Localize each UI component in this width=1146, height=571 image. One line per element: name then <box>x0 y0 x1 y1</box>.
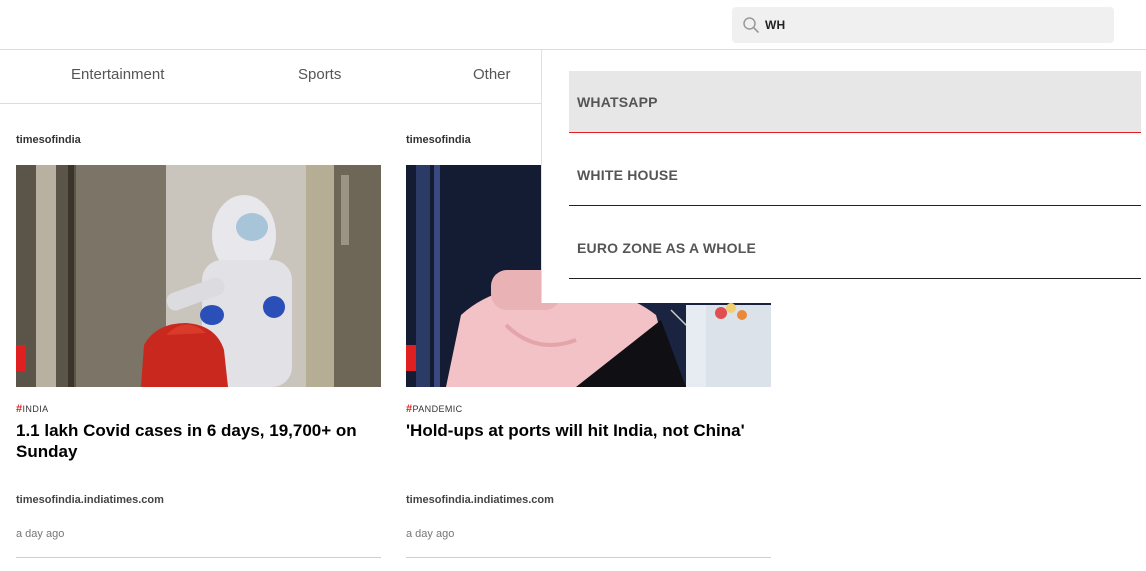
card-title[interactable]: 'Hold-ups at ports will hit India, not C… <box>406 420 771 441</box>
card-timestamp: a day ago <box>16 528 65 540</box>
suggestion-whatsapp[interactable]: WHATSAPP <box>569 71 1141 133</box>
tab-other[interactable]: Other <box>473 50 511 103</box>
card-domain: timesofindia.indiatimes.com <box>406 494 554 506</box>
hashtag-label: INDIA <box>22 404 49 414</box>
card-hashtag[interactable]: #INDIA <box>16 403 49 415</box>
category-tabs: Entertainment Sports Other <box>0 50 541 104</box>
card-divider <box>406 557 771 558</box>
card-image[interactable] <box>16 165 381 387</box>
card-timestamp: a day ago <box>406 528 455 540</box>
covid-test-photo <box>16 165 381 387</box>
suggestion-white-house[interactable]: WHITE HOUSE <box>569 144 1141 206</box>
suggestion-euro-zone[interactable]: EURO ZONE AS A WHOLE <box>569 217 1141 279</box>
card-divider <box>16 557 381 558</box>
card-title[interactable]: 1.1 lakh Covid cases in 6 days, 19,700+ … <box>16 420 381 462</box>
search-input[interactable] <box>765 7 1105 43</box>
top-header <box>0 0 1146 50</box>
card-hashtag[interactable]: #PANDEMIC <box>406 403 463 415</box>
card-source[interactable]: timesofindia <box>16 134 81 146</box>
search-icon[interactable] <box>742 16 760 34</box>
search-suggestions-dropdown: WHATSAPP WHITE HOUSE EURO ZONE AS A WHOL… <box>541 50 1146 303</box>
card-domain: timesofindia.indiatimes.com <box>16 494 164 506</box>
hashtag-label: PANDEMIC <box>412 404 463 414</box>
tab-entertainment[interactable]: Entertainment <box>71 50 164 103</box>
card-source[interactable]: timesofindia <box>406 134 471 146</box>
search-box[interactable] <box>732 7 1114 43</box>
tab-sports[interactable]: Sports <box>298 50 341 103</box>
news-page: Entertainment Sports Other timesofindia <box>0 0 1146 571</box>
news-card[interactable]: timesofindia <box>16 104 381 559</box>
